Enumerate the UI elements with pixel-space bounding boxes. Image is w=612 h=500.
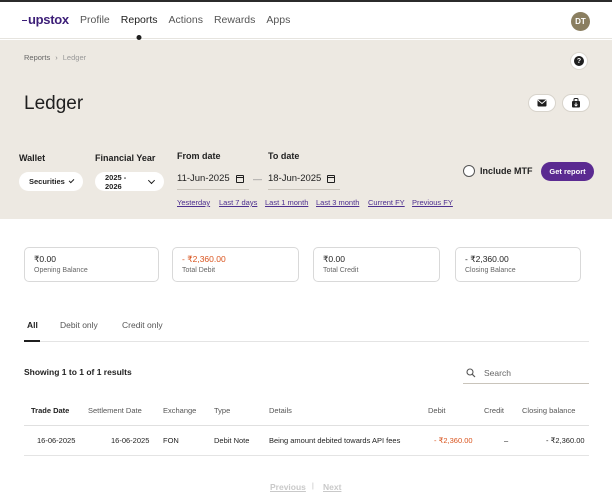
calendar-icon[interactable] — [327, 174, 336, 183]
page-title: Ledger — [24, 93, 84, 114]
email-report-button[interactable] — [528, 94, 556, 112]
cell-credit: – — [504, 436, 509, 445]
financial-year-label: Financial Year — [95, 153, 156, 163]
summary-card-closing-balance: - ₹2,360.00 Closing Balance — [455, 247, 581, 282]
tab-credit-only[interactable]: Credit only — [122, 320, 163, 330]
tab-debit-only[interactable]: Debit only — [60, 320, 98, 330]
quick-range-last-1-month[interactable]: Last 1 month — [265, 198, 308, 207]
breadcrumb: Reports › Ledger — [24, 53, 86, 62]
cell-debit: - ₹2,360.00 — [434, 436, 473, 445]
to-date-input[interactable]: 18-Jun-2025 — [268, 168, 340, 190]
cell-exchange: FON — [163, 436, 179, 445]
column-details: Details — [269, 406, 292, 415]
column-debit: Debit — [428, 406, 446, 415]
upstox-logo[interactable]: upstox — [22, 12, 69, 27]
quick-range-current-fy[interactable]: Current FY — [368, 198, 405, 207]
tab-all[interactable]: All — [27, 320, 38, 330]
wallet-label: Wallet — [19, 153, 46, 163]
results-count: Showing 1 to 1 of 1 results — [24, 367, 132, 377]
from-date-label: From date — [177, 151, 221, 161]
quick-range-previous-fy[interactable]: Previous FY — [412, 198, 453, 207]
wallet-value: Securities — [29, 177, 65, 186]
column-closing-balance: Closing balance — [522, 406, 576, 415]
summary-card-opening-balance: ₹0.00 Opening Balance — [24, 247, 159, 282]
nav-link-apps[interactable]: Apps — [266, 14, 290, 26]
pagination-separator: | — [312, 483, 314, 490]
opening-balance-label: Opening Balance — [34, 267, 88, 274]
cell-type: Debit Note — [214, 436, 250, 445]
pagination-previous[interactable]: Previous — [270, 482, 306, 492]
active-tab-indicator — [24, 340, 40, 342]
total-debit-label: Total Debit — [182, 267, 216, 274]
opening-balance-amount: ₹0.00 — [34, 254, 56, 264]
breadcrumb-ledger: Ledger — [62, 53, 87, 62]
tabs-divider — [24, 341, 589, 342]
nav-link-profile[interactable]: Profile — [80, 14, 110, 26]
include-mtf-label[interactable]: Include MTF — [480, 166, 533, 176]
breadcrumb-separator: › — [55, 53, 58, 62]
date-range-separator: — — [253, 174, 262, 184]
avatar[interactable]: DT — [571, 12, 590, 31]
search-icon — [466, 367, 476, 377]
chevron-down-icon — [148, 176, 156, 184]
financial-year-select[interactable]: 2025 - 2026 — [95, 172, 164, 191]
column-trade-date[interactable]: Trade Date — [31, 406, 69, 415]
logo-text: upstox — [28, 12, 69, 27]
from-date-value: 11-Jun-2025 — [177, 173, 230, 184]
download-icon — [572, 98, 580, 108]
quick-range-last-3-month[interactable]: Last 3 month — [316, 198, 359, 207]
to-date-value: 18-Jun-2025 — [268, 173, 322, 184]
column-type: Type — [214, 406, 231, 415]
column-credit: Credit — [484, 406, 505, 415]
nav-link-rewards[interactable]: Rewards — [214, 14, 255, 26]
total-credit-amount: ₹0.00 — [323, 254, 345, 264]
calendar-icon[interactable] — [235, 174, 244, 183]
column-exchange: Exchange — [163, 406, 197, 415]
nav-link-reports[interactable]: Reports — [121, 14, 158, 26]
total-credit-label: Total Credit — [323, 267, 359, 274]
cell-trade-date: 16-06-2025 — [37, 436, 76, 445]
to-date-label: To date — [268, 151, 300, 161]
cell-details: Being amount debited towards API fees — [269, 436, 401, 445]
cell-settlement-date: 16-06-2025 — [111, 436, 150, 445]
closing-balance-amount: - ₹2,360.00 — [465, 254, 509, 264]
help-button[interactable]: ? — [570, 52, 588, 70]
chevron-down-icon — [68, 177, 75, 183]
financial-year-value: 2025 - 2026 — [105, 172, 127, 191]
from-date-input[interactable]: 11-Jun-2025 — [177, 168, 249, 190]
search-input[interactable] — [484, 367, 584, 378]
table-row-divider — [24, 455, 589, 456]
closing-balance-label: Closing Balance — [465, 267, 516, 274]
get-report-button[interactable]: Get report — [541, 162, 594, 181]
mail-icon — [537, 99, 547, 107]
search-field[interactable] — [463, 362, 589, 384]
nav-links: Profile Reports Actions Rewards Apps — [80, 14, 301, 26]
help-icon: ? — [574, 56, 584, 66]
nav-link-actions[interactable]: Actions — [169, 14, 203, 26]
pagination-next[interactable]: Next — [323, 482, 341, 492]
quick-range-last-7-days[interactable]: Last 7 days — [219, 198, 257, 207]
top-nav: upstox Profile Reports Actions Rewards A… — [0, 2, 612, 39]
cell-closing-balance: - ₹2,360.00 — [546, 436, 585, 445]
download-report-button[interactable] — [562, 94, 590, 112]
total-debit-amount: - ₹2,360.00 — [182, 254, 226, 264]
summary-card-total-debit: - ₹2,360.00 Total Debit — [172, 247, 299, 282]
summary-card-total-credit: ₹0.00 Total Credit — [313, 247, 440, 282]
breadcrumb-reports[interactable]: Reports — [24, 53, 50, 62]
ledger-header-panel: Reports › Ledger ? Ledger — [0, 40, 612, 219]
quick-range-yesterday[interactable]: Yesterday — [177, 198, 210, 207]
include-mtf-radio[interactable] — [463, 165, 475, 177]
column-settlement-date: Settlement Date — [88, 406, 142, 415]
table-header-divider — [24, 425, 589, 426]
wallet-select[interactable]: Securities — [19, 172, 83, 191]
